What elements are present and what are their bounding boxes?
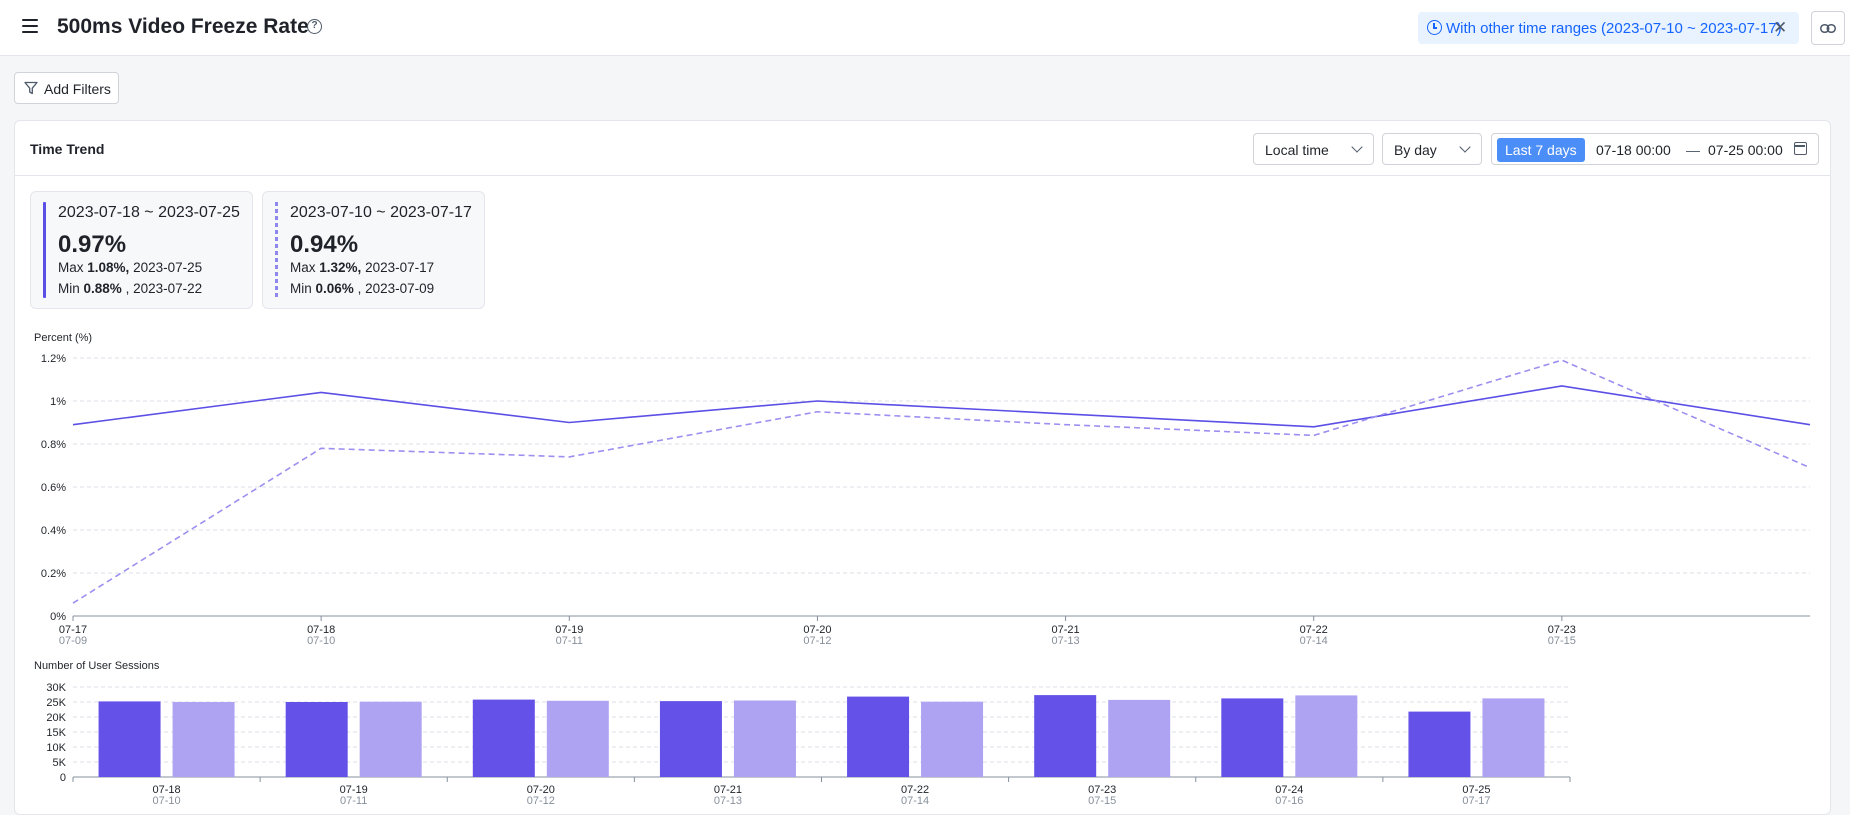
current-period-line <box>72 385 1811 428</box>
previous-sessions-bar <box>359 701 422 777</box>
previous-sessions-bar <box>172 702 235 777</box>
bar-chart-ytick: 0 <box>60 772 66 784</box>
line-chart-xtick-previous: 07-11 <box>556 635 583 647</box>
line-chart-ytick: 0.6% <box>41 482 66 494</box>
trend-charts: Percent (%) 0% 0.2% 0.4% 0.6% 0.8% 1% 1.2% 07-17… <box>34 332 1811 807</box>
bar-chart-ytick: 5K <box>53 757 67 769</box>
line-chart-ylabel: Percent (%) <box>34 332 92 344</box>
bar-chart-ytick: 10K <box>46 742 66 754</box>
bar-chart-xtick-previous: 07-11 <box>340 795 367 807</box>
bar-chart-xtick-previous: 07-15 <box>1088 795 1116 807</box>
line-chart-ytick: 1% <box>50 396 66 408</box>
line-chart-xtick-previous: 07-15 <box>1548 635 1576 647</box>
previous-sessions-bar <box>733 700 796 777</box>
bar-chart-ytick: 20K <box>46 712 66 724</box>
previous-period-line <box>72 359 1811 604</box>
previous-sessions-bar <box>1295 695 1358 777</box>
previous-sessions-bar <box>1108 699 1171 777</box>
current-sessions-bar <box>98 701 161 777</box>
line-chart-xtick-previous: 07-14 <box>1300 635 1328 647</box>
bar-chart-xtick-previous: 07-13 <box>714 795 742 807</box>
current-sessions-bar <box>1221 698 1284 777</box>
line-chart-xtick-previous: 07-12 <box>803 635 831 647</box>
current-sessions-bar <box>1408 711 1471 777</box>
previous-sessions-bar <box>921 701 984 777</box>
bar-chart-xtick-previous: 07-14 <box>901 795 929 807</box>
current-sessions-bar <box>659 701 722 777</box>
bar-chart-ytick: 25K <box>46 697 66 709</box>
previous-sessions-bar <box>1482 698 1545 777</box>
bar-chart-ylabel: Number of User Sessions <box>34 660 160 672</box>
line-chart-xtick-previous: 07-13 <box>1052 635 1080 647</box>
current-sessions-bar <box>472 699 535 777</box>
bar-chart-ytick: 30K <box>46 682 66 694</box>
line-chart-ytick: 1.2% <box>41 353 66 365</box>
bar-chart-xtick-previous: 07-12 <box>527 795 555 807</box>
current-sessions-bar <box>285 702 348 777</box>
bar-chart-xtick-previous: 07-10 <box>152 795 180 807</box>
bar-chart-xtick-previous: 07-16 <box>1275 795 1303 807</box>
current-sessions-bar <box>847 696 910 777</box>
bar-chart-ytick: 15K <box>46 727 66 739</box>
current-sessions-bar <box>1034 695 1097 777</box>
line-chart-ytick: 0.2% <box>41 568 66 580</box>
line-chart-xtick-previous: 07-09 <box>59 635 87 647</box>
line-chart-ytick: 0% <box>50 611 66 623</box>
bar-chart-xtick-previous: 07-17 <box>1462 795 1490 807</box>
previous-sessions-bar <box>546 700 609 777</box>
line-chart-ytick: 0.8% <box>41 439 66 451</box>
line-chart-xtick-previous: 07-10 <box>307 635 335 647</box>
line-chart-ytick: 0.4% <box>41 525 66 537</box>
